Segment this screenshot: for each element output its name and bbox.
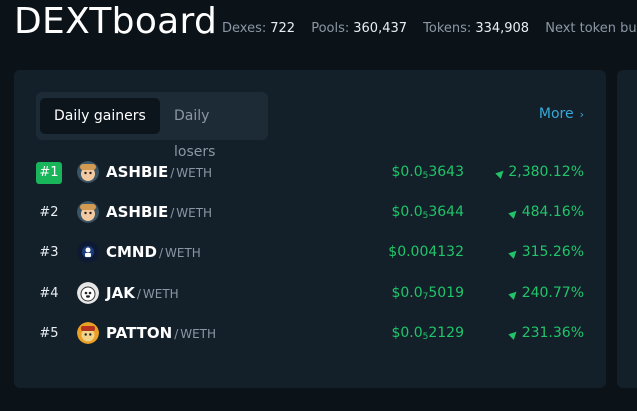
token-pair[interactable]: PATTON / WETH bbox=[106, 324, 216, 342]
arrow-up-icon: ▶ bbox=[493, 166, 508, 181]
price-change: ▶231.36% bbox=[507, 325, 584, 342]
rank-badge: #2 bbox=[39, 205, 59, 220]
token-pair[interactable]: ASHBIE / WETH bbox=[106, 203, 212, 221]
token-price: $0.075019 bbox=[391, 285, 464, 302]
stat-pools: Pools: 360,437 bbox=[311, 21, 408, 36]
rank-badge: #4 bbox=[39, 286, 59, 301]
rank-badge: #1 bbox=[36, 162, 62, 184]
stats-bar: Dexes: 722 Pools: 360,437 Tokens: 334,908 N… bbox=[222, 21, 637, 36]
tab-daily-gainers[interactable]: Daily gainers bbox=[40, 98, 160, 134]
token-price: $0.052129 bbox=[391, 325, 464, 342]
cmnd-avatar-icon bbox=[77, 241, 99, 263]
ashbie-avatar-icon bbox=[77, 161, 99, 183]
gainers-card: Daily gainers Daily losers More › #1 ASHB… bbox=[14, 70, 606, 388]
patton-avatar-icon bbox=[77, 322, 99, 344]
chevron-right-icon: › bbox=[579, 108, 584, 121]
price-change: ▶240.77% bbox=[507, 285, 584, 302]
token-pair[interactable]: JAK / WETH bbox=[106, 284, 179, 302]
token-price: $0.053643 bbox=[391, 164, 464, 181]
arrow-up-icon: ▶ bbox=[507, 327, 521, 342]
price-change: ▶2,380.12% bbox=[493, 164, 584, 181]
stat-dexes: Dexes: 722 bbox=[222, 21, 296, 36]
stat-tokens: Tokens: 334,908 bbox=[423, 21, 530, 36]
price-change: ▶484.16% bbox=[507, 204, 584, 221]
gainer-row[interactable]: #1 ASHBIE / WETH $0.053643 ▶2,380.12% bbox=[36, 160, 584, 184]
tab-daily-losers[interactable]: Daily losers bbox=[160, 98, 268, 160]
gainer-row[interactable]: #5 PATTON / WETH $0.052129 ▶231.36% bbox=[36, 321, 584, 345]
arrow-up-icon: ▶ bbox=[507, 206, 521, 221]
stat-next-token-burn: Next token burn: bbox=[545, 21, 637, 36]
token-price: $0.004132 bbox=[388, 244, 464, 260]
more-link[interactable]: More › bbox=[539, 106, 584, 122]
gainer-row[interactable]: #3 CMND / WETH $0.004132 ▶315.26% bbox=[36, 240, 584, 264]
rank-badge: #3 bbox=[39, 245, 59, 260]
gainers-losers-tabs: Daily gainers Daily losers bbox=[36, 92, 268, 160]
arrow-up-icon: ▶ bbox=[507, 246, 521, 261]
token-pair[interactable]: CMND / WETH bbox=[106, 243, 201, 261]
token-price: $0.053644 bbox=[391, 204, 464, 221]
ashbie-avatar-icon bbox=[77, 201, 99, 223]
token-pair[interactable]: ASHBIE / WETH bbox=[106, 163, 212, 181]
brand-logo[interactable]: DEXTboard bbox=[14, 2, 217, 42]
gainer-row[interactable]: #2 ASHBIE / WETH $0.053644 ▶484.16% bbox=[36, 200, 584, 224]
arrow-up-icon: ▶ bbox=[507, 287, 521, 302]
price-change: ▶315.26% bbox=[507, 244, 584, 261]
gainer-row[interactable]: #4 JAK / WETH $0.075019 ▶240.77% bbox=[36, 281, 584, 305]
adjacent-card bbox=[617, 70, 637, 388]
jak-avatar-icon bbox=[77, 282, 99, 304]
rank-badge: #5 bbox=[39, 326, 59, 341]
